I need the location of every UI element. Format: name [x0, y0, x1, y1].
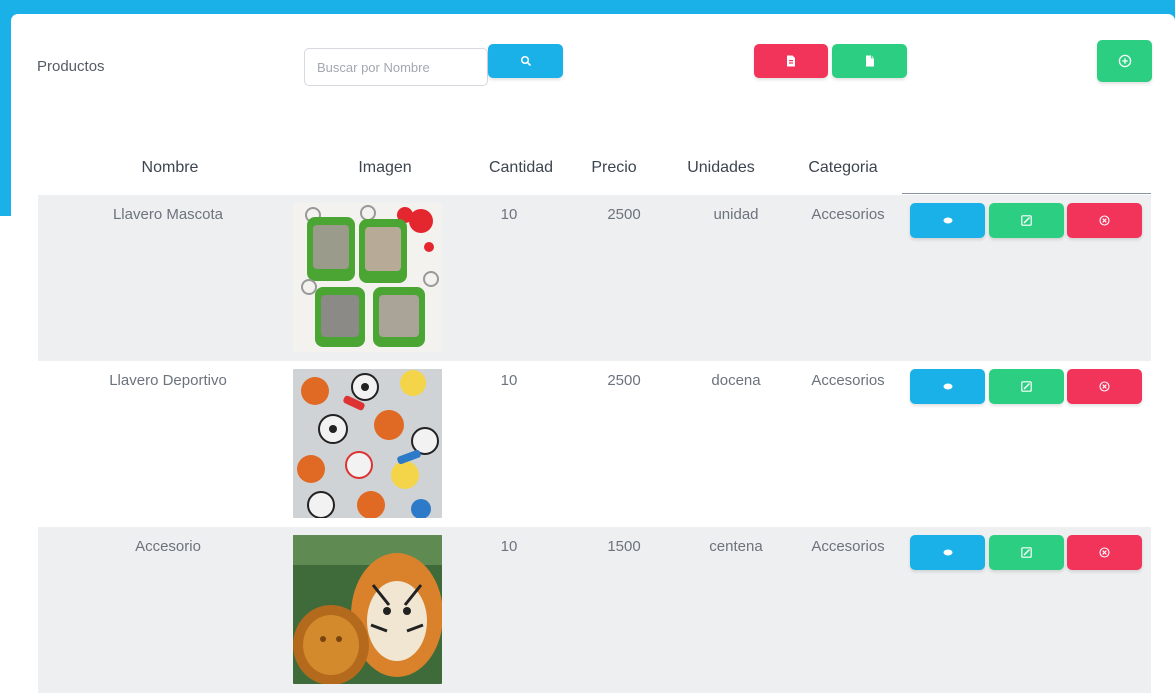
cell-precio: 2500 [607, 206, 641, 223]
times-circle-icon [1099, 381, 1110, 392]
eye-icon [943, 549, 952, 556]
header-divider [902, 193, 1151, 194]
cell-unidades: unidad [713, 206, 759, 223]
column-header-unidades: Unidades [687, 159, 755, 176]
cell-unidades: docena [711, 372, 761, 389]
cell-categoria: Accesorios [811, 538, 885, 555]
product-image [293, 369, 442, 518]
cell-cantidad: 10 [500, 538, 518, 555]
cell-categoria: Accesorios [811, 206, 885, 223]
delete-button[interactable] [1067, 535, 1142, 570]
pdf-file-icon [787, 55, 795, 67]
cell-cantidad: 10 [500, 206, 518, 223]
products-card: Productos Nombre Imagen Cantidad Precio … [11, 14, 1175, 693]
eye-icon [943, 383, 952, 390]
table-row: Llavero Deportivo 10 2500 docena Accesor… [38, 361, 1151, 527]
column-header-categoria: Categoria [808, 159, 878, 176]
view-button[interactable] [910, 369, 985, 404]
cell-nombre: Accesorio [135, 538, 201, 555]
cell-cantidad: 10 [500, 372, 518, 389]
eye-icon [943, 217, 952, 224]
edit-icon [1021, 215, 1032, 226]
edit-button[interactable] [989, 369, 1064, 404]
delete-button[interactable] [1067, 203, 1142, 238]
delete-button[interactable] [1067, 369, 1142, 404]
product-image [293, 203, 442, 352]
plus-circle-icon [1118, 54, 1131, 68]
page-title: Productos [37, 58, 105, 75]
view-button[interactable] [910, 203, 985, 238]
times-circle-icon [1099, 547, 1110, 558]
export-excel-button[interactable] [832, 44, 907, 78]
add-product-button[interactable] [1097, 40, 1152, 82]
excel-file-icon [865, 55, 874, 67]
cell-categoria: Accesorios [811, 372, 885, 389]
search-button[interactable] [488, 44, 563, 78]
edit-icon [1021, 381, 1032, 392]
search-icon [520, 55, 531, 66]
cell-precio: 2500 [607, 372, 641, 389]
search-input[interactable] [304, 48, 488, 86]
view-button[interactable] [910, 535, 985, 570]
cell-nombre: Llavero Mascota [112, 206, 224, 223]
cell-unidades: centena [709, 538, 763, 555]
export-pdf-button[interactable] [754, 44, 828, 78]
edit-icon [1021, 547, 1032, 558]
column-header-nombre: Nombre [141, 159, 199, 176]
table-row: Accesorio 10 1500 centena Accesorios [38, 527, 1151, 693]
column-header-cantidad: Cantidad [488, 159, 554, 176]
cell-precio: 1500 [607, 538, 641, 555]
column-header-imagen: Imagen [358, 159, 412, 176]
times-circle-icon [1099, 215, 1110, 226]
edit-button[interactable] [989, 203, 1064, 238]
cell-nombre: Llavero Deportivo [109, 372, 227, 389]
product-image [293, 535, 442, 684]
column-header-precio: Precio [591, 159, 637, 176]
table-row: Llavero Mascota 10 2500 unidad Accesorio… [38, 195, 1151, 361]
edit-button[interactable] [989, 535, 1064, 570]
